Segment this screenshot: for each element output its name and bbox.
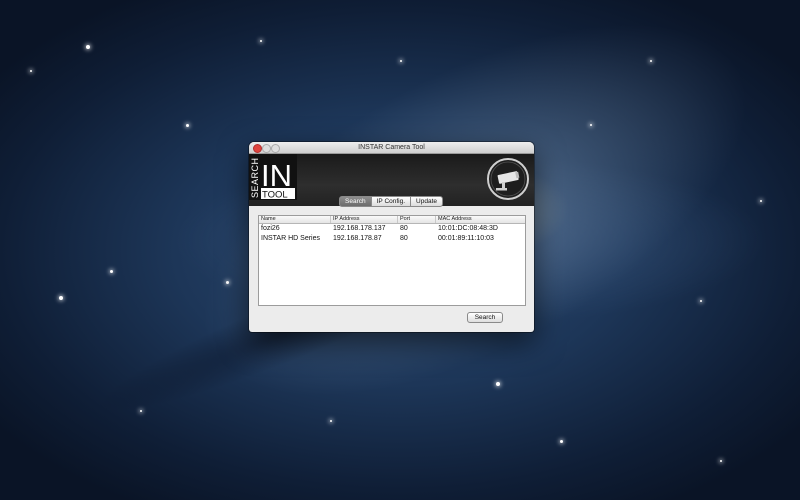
column-separator [397, 216, 398, 223]
table-row[interactable]: fozi26 192.168.178.137 80 10:01:DC:08:48… [259, 224, 525, 234]
column-header-mac[interactable]: MAC Address [438, 216, 472, 223]
cell-name: fozi26 [261, 225, 280, 232]
cell-port: 80 [400, 225, 408, 232]
star [496, 382, 500, 386]
table-row[interactable]: INSTAR HD Series 192.168.178.87 80 00:01… [259, 234, 525, 244]
column-separator [330, 216, 331, 223]
search-in-tool-logo: SEARCH IN TOOL [249, 154, 297, 200]
star [650, 60, 652, 62]
star [590, 124, 592, 126]
cell-mac: 00:01:89:11:10:03 [438, 234, 494, 242]
star [30, 70, 32, 72]
tab-update[interactable]: Update [410, 196, 444, 207]
column-header-name[interactable]: Name [261, 216, 276, 223]
title-bar[interactable]: INSTAR Camera Tool [249, 142, 534, 154]
cell-name: INSTAR HD Series [261, 234, 320, 242]
star [110, 270, 113, 273]
column-separator [435, 216, 436, 223]
cell-ip: 192.168.178.137 [333, 225, 386, 232]
star [86, 45, 90, 49]
star [700, 300, 702, 302]
star [760, 200, 762, 202]
star [226, 281, 229, 284]
column-header-ip[interactable]: IP Address [333, 216, 360, 223]
tab-search[interactable]: Search [339, 196, 372, 207]
camera-list-table[interactable]: Name IP Address Port MAC Address fozi26 … [258, 215, 526, 306]
window-title: INSTAR Camera Tool [358, 144, 425, 151]
app-window: INSTAR Camera Tool SEARCH IN TOOL Search… [249, 142, 534, 332]
logo-tool-text: TOOL [262, 190, 288, 201]
star [400, 60, 402, 62]
star [330, 420, 332, 422]
star [260, 40, 262, 42]
star [720, 460, 722, 462]
app-header: SEARCH IN TOOL Search IP Config. Update [249, 154, 534, 207]
cell-mac: 10:01:DC:08:48:3D [438, 225, 498, 232]
search-button[interactable]: Search [467, 312, 503, 323]
column-header-port[interactable]: Port [400, 216, 410, 223]
cell-ip: 192.168.178.87 [333, 234, 382, 242]
star [140, 410, 142, 412]
logo-in-text: IN [261, 158, 292, 193]
star [59, 296, 63, 300]
cell-port: 80 [400, 234, 408, 242]
tab-ip-config[interactable]: IP Config. [370, 196, 412, 207]
security-camera-icon [487, 158, 529, 200]
tab-bar: Search IP Config. Update [339, 196, 444, 207]
star [186, 124, 189, 127]
logo-search-text: SEARCH [250, 157, 260, 198]
table-header: Name IP Address Port MAC Address [259, 216, 525, 224]
star [560, 440, 563, 443]
